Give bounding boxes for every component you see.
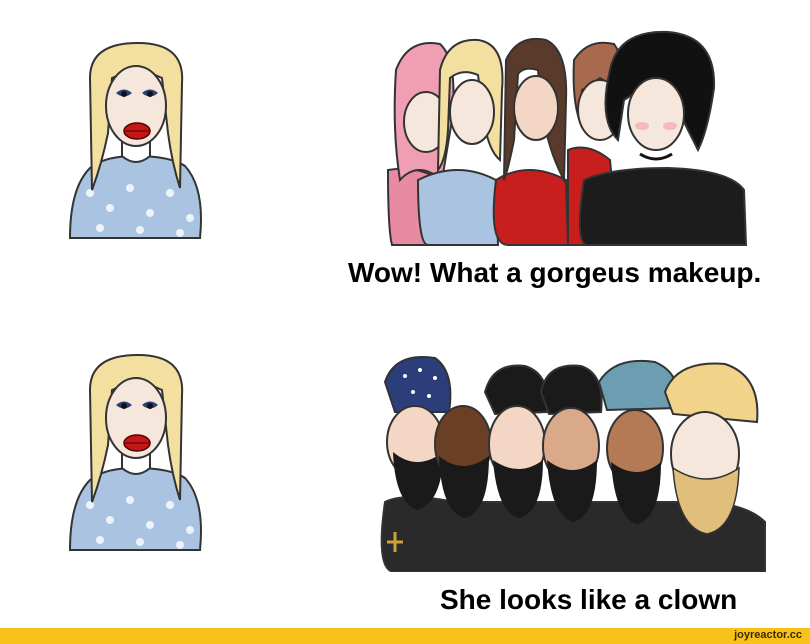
men-group-illustration (380, 356, 766, 572)
footer-bar: joyreactor.cc (0, 628, 810, 644)
drag-character-bottom (50, 350, 220, 560)
caption-top: Wow! What a gorgeus makeup. (348, 257, 762, 288)
men-group (365, 352, 785, 572)
drag-character-top (50, 38, 220, 248)
women-group-illustration (386, 30, 748, 246)
women-group (378, 30, 750, 250)
drag-character-illustration (68, 353, 202, 551)
caption-bottom: She looks like a clown (440, 584, 738, 615)
drag-character-illustration (68, 41, 202, 239)
watermark[interactable]: joyreactor.cc (734, 629, 802, 641)
